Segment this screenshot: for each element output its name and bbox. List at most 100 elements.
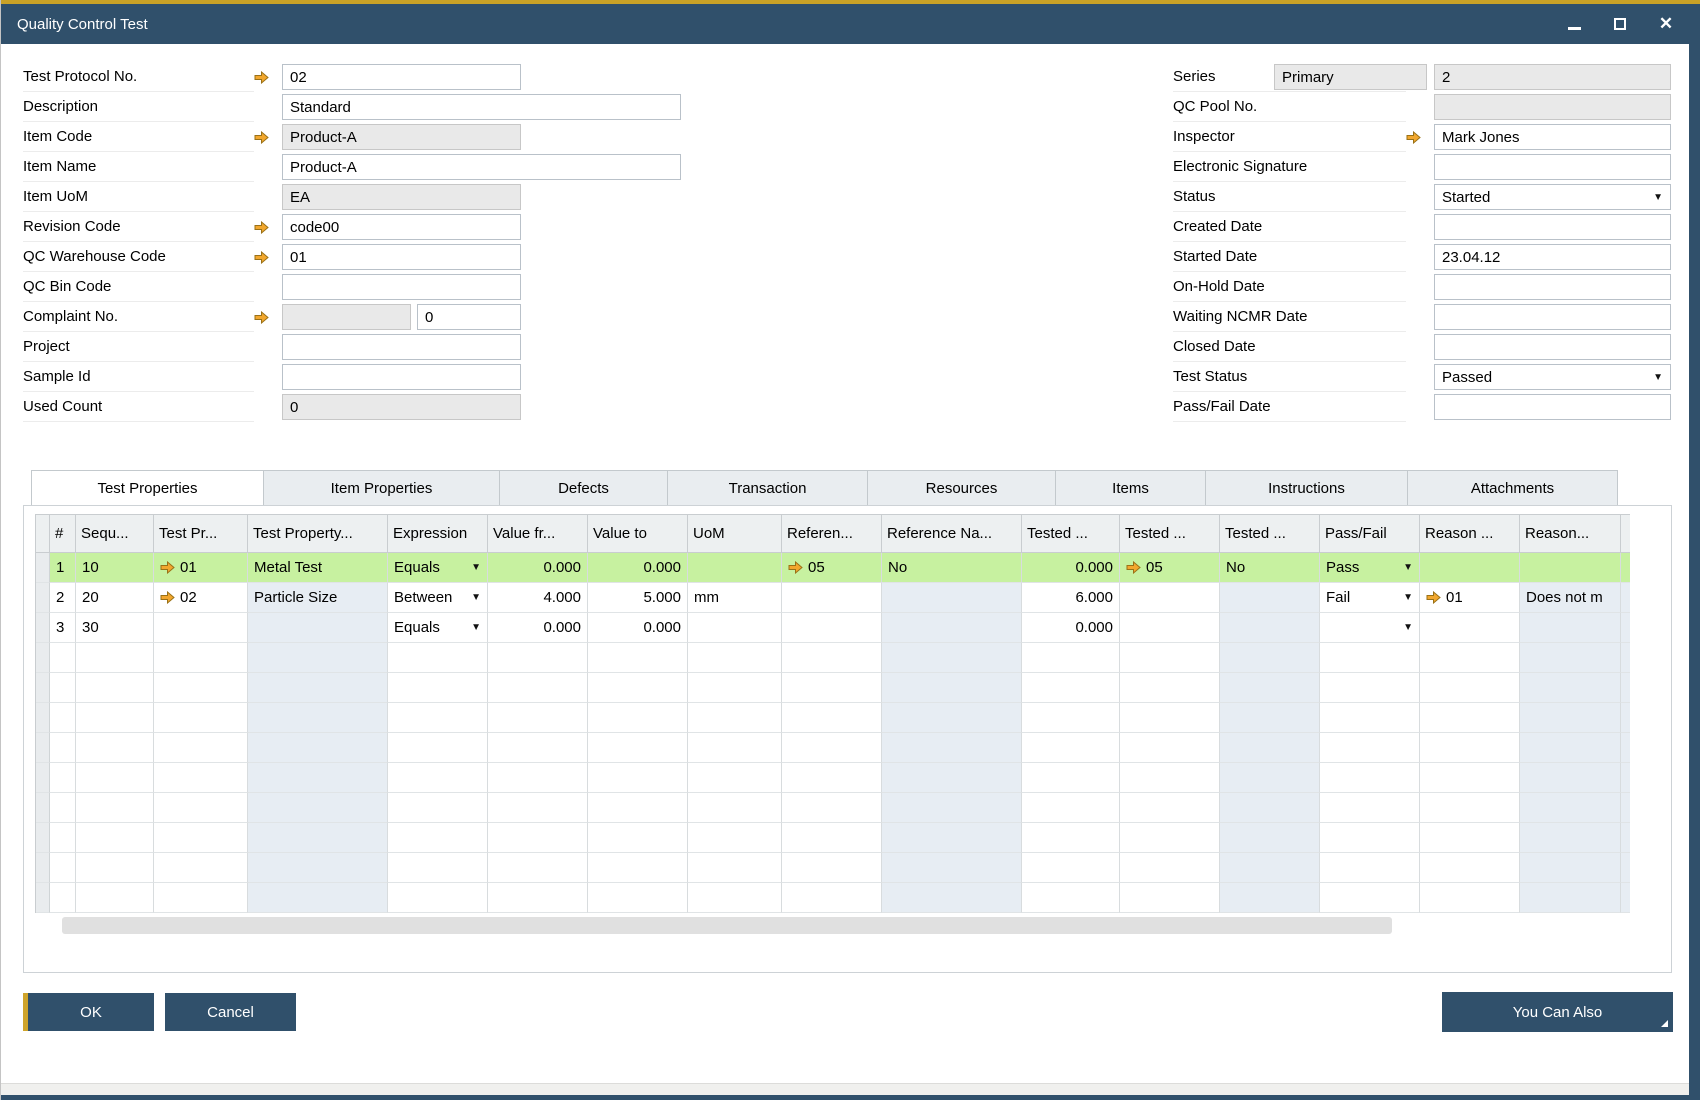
grid-cell[interactable] xyxy=(154,793,248,823)
grid-cell[interactable] xyxy=(1220,883,1320,913)
grid-cell[interactable] xyxy=(1120,763,1220,793)
grid-cell[interactable] xyxy=(688,613,782,643)
grid-cell[interactable] xyxy=(76,883,154,913)
grid-cell[interactable] xyxy=(154,823,248,853)
grid-cell[interactable] xyxy=(1621,793,1630,823)
grid-cell[interactable]: No xyxy=(1220,553,1320,583)
row-selector[interactable] xyxy=(36,883,50,913)
grid-cell[interactable] xyxy=(1220,583,1320,613)
tab-resources[interactable]: Resources xyxy=(868,470,1056,506)
grid-cell[interactable] xyxy=(154,883,248,913)
revision-code-field[interactable]: code00 xyxy=(282,214,521,240)
grid-cell[interactable] xyxy=(1320,673,1420,703)
grid-cell[interactable] xyxy=(1120,733,1220,763)
tab-test-properties[interactable]: Test Properties xyxy=(31,470,264,506)
grid-cell[interactable]: 20 xyxy=(76,583,154,613)
row-selector[interactable] xyxy=(36,853,50,883)
grid-cell[interactable] xyxy=(1520,763,1621,793)
grid-cell[interactable] xyxy=(1022,673,1120,703)
grid-cell[interactable] xyxy=(1022,883,1120,913)
grid-cell[interactable] xyxy=(688,673,782,703)
grid-cell[interactable] xyxy=(388,643,488,673)
link-arrow-icon[interactable] xyxy=(788,561,803,574)
grid-cell[interactable] xyxy=(488,793,588,823)
grid-cell[interactable] xyxy=(488,883,588,913)
grid-cell[interactable] xyxy=(388,883,488,913)
grid-cell[interactable] xyxy=(76,763,154,793)
grid-cell[interactable] xyxy=(882,733,1022,763)
grid-cell[interactable] xyxy=(588,793,688,823)
grid-cell[interactable] xyxy=(782,763,882,793)
row-selector[interactable] xyxy=(36,613,50,643)
tab-attachments[interactable]: Attachments xyxy=(1408,470,1618,506)
grid-cell[interactable] xyxy=(154,763,248,793)
item-name-field[interactable]: Product-A xyxy=(282,154,681,180)
link-arrow-icon[interactable] xyxy=(254,131,269,144)
grid-cell[interactable] xyxy=(1420,673,1520,703)
grid-cell[interactable]: Does not m xyxy=(1520,583,1621,613)
grid-cell[interactable] xyxy=(1220,703,1320,733)
grid-cell[interactable] xyxy=(882,673,1022,703)
grid-cell[interactable] xyxy=(882,823,1022,853)
grid-cell[interactable] xyxy=(388,703,488,733)
grid-cell[interactable]: Equals▼ xyxy=(388,613,488,643)
grid-cell[interactable] xyxy=(154,853,248,883)
grid-cell[interactable] xyxy=(1120,673,1220,703)
grid-cell[interactable] xyxy=(1120,643,1220,673)
grid-cell[interactable]: No xyxy=(882,553,1022,583)
grid-cell[interactable] xyxy=(388,853,488,883)
grid-cell[interactable] xyxy=(1220,763,1320,793)
grid-cell[interactable] xyxy=(1022,763,1120,793)
grid-cell[interactable] xyxy=(1022,793,1120,823)
grid-cell[interactable] xyxy=(882,703,1022,733)
grid-cell[interactable] xyxy=(1120,853,1220,883)
grid-cell[interactable] xyxy=(388,733,488,763)
grid-cell[interactable] xyxy=(1621,853,1630,883)
pass-fail-date-field[interactable] xyxy=(1434,394,1671,420)
grid-cell[interactable] xyxy=(154,643,248,673)
grid-cell[interactable] xyxy=(1520,613,1621,643)
grid-cell[interactable] xyxy=(1022,853,1120,883)
grid-cell[interactable]: 10 xyxy=(76,553,154,583)
row-selector[interactable] xyxy=(36,823,50,853)
grid-cell[interactable] xyxy=(248,793,388,823)
grid-cell[interactable] xyxy=(1120,613,1220,643)
grid-cell[interactable] xyxy=(1320,763,1420,793)
grid-cell[interactable] xyxy=(1420,553,1520,583)
link-arrow-icon[interactable] xyxy=(1426,591,1441,604)
grid-cell[interactable] xyxy=(1320,883,1420,913)
grid-cell[interactable] xyxy=(1320,733,1420,763)
grid-cell[interactable] xyxy=(388,793,488,823)
grid-cell[interactable] xyxy=(1420,703,1520,733)
link-arrow-icon[interactable] xyxy=(254,221,269,234)
tab-transaction[interactable]: Transaction xyxy=(668,470,868,506)
grid-cell[interactable] xyxy=(488,853,588,883)
grid-cell[interactable] xyxy=(1520,673,1621,703)
grid-cell[interactable]: 05 xyxy=(782,553,882,583)
grid-cell[interactable] xyxy=(1320,823,1420,853)
grid-cell[interactable] xyxy=(1120,793,1220,823)
grid-cell[interactable] xyxy=(1520,823,1621,853)
grid-cell[interactable] xyxy=(688,823,782,853)
grid-cell[interactable] xyxy=(76,733,154,763)
link-arrow-icon[interactable] xyxy=(160,561,175,574)
grid-cell[interactable] xyxy=(688,643,782,673)
grid-cell[interactable] xyxy=(782,673,882,703)
grid-cell[interactable] xyxy=(588,763,688,793)
grid-cell[interactable] xyxy=(688,793,782,823)
waiting-ncmr-date-field[interactable] xyxy=(1434,304,1671,330)
grid-cell[interactable] xyxy=(688,853,782,883)
grid-cell[interactable]: 4.000 xyxy=(488,583,588,613)
link-arrow-icon[interactable] xyxy=(1406,131,1421,144)
row-selector[interactable] xyxy=(36,643,50,673)
grid-cell[interactable] xyxy=(1420,823,1520,853)
grid-cell[interactable] xyxy=(154,673,248,703)
tab-item-properties[interactable]: Item Properties xyxy=(264,470,500,506)
grid-cell[interactable] xyxy=(1621,763,1630,793)
grid-cell[interactable] xyxy=(1520,733,1621,763)
grid-cell[interactable]: 0.000 xyxy=(1022,553,1120,583)
complaint-no-field[interactable]: 0 xyxy=(417,304,521,330)
row-selector[interactable] xyxy=(36,553,50,583)
maximize-button[interactable] xyxy=(1612,16,1628,32)
grid-cell[interactable] xyxy=(882,613,1022,643)
